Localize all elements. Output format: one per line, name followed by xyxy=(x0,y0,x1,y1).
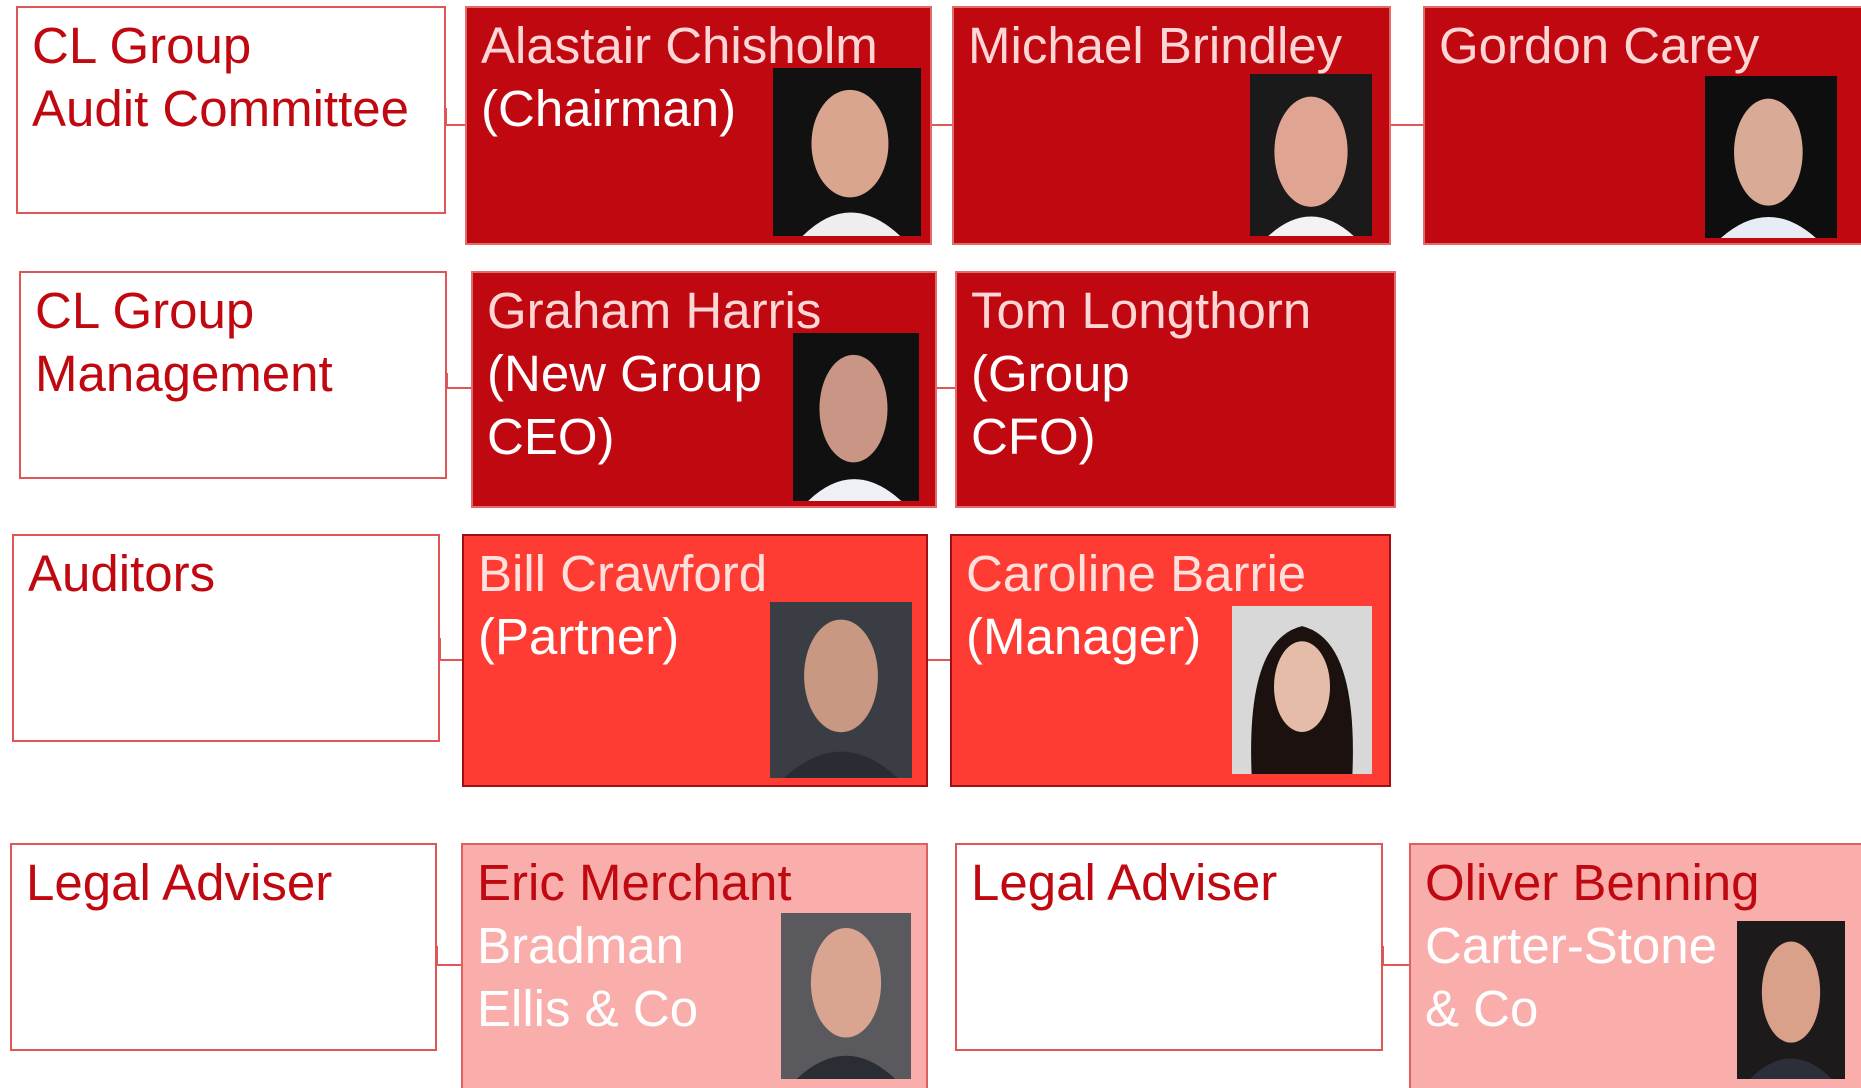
person-photo-icon xyxy=(770,602,912,778)
legal-adviser-label-left: Legal Adviser xyxy=(10,843,437,1051)
member-card-alastair-chisholm[interactable]: Alastair Chisholm (Chairman) xyxy=(465,6,932,245)
member-card-graham-harris[interactable]: Graham Harris (New Group CEO) xyxy=(471,271,937,508)
member-role-line-2: CFO) xyxy=(971,408,1096,465)
legal-label-right-line: Legal Adviser xyxy=(971,854,1278,911)
member-card-michael-brindley[interactable]: Michael Brindley xyxy=(952,6,1391,245)
connector-audit-label xyxy=(445,108,465,126)
person-photo-icon xyxy=(1232,606,1372,774)
management-label-line-1: CL Group xyxy=(35,282,255,339)
member-card-oliver-benning[interactable]: Oliver Benning Carter-Stone & Co xyxy=(1409,843,1861,1088)
member-card-bill-crawford[interactable]: Bill Crawford (Partner) xyxy=(462,534,928,787)
auditors-label-line: Auditors xyxy=(28,545,216,602)
management-label-line-2: Management xyxy=(35,345,333,402)
legal-label-left-line: Legal Adviser xyxy=(26,854,333,911)
member-card-eric-merchant[interactable]: Eric Merchant Bradman Ellis & Co xyxy=(461,843,928,1088)
auditors-label: Auditors xyxy=(12,534,440,742)
audit-committee-label: CL Group Audit Committee xyxy=(16,6,446,214)
person-photo-icon xyxy=(1737,921,1845,1079)
person-photo-icon xyxy=(781,913,911,1079)
member-name: Michael Brindley xyxy=(968,17,1343,74)
member-name: Bill Crawford xyxy=(478,545,768,602)
connector-auditors-label xyxy=(439,638,462,661)
member-card-gordon-carey[interactable]: Gordon Carey xyxy=(1423,6,1861,245)
member-name: Caroline Barrie xyxy=(966,545,1307,602)
person-photo-icon xyxy=(1705,76,1837,238)
person-photo-icon xyxy=(1250,74,1372,236)
audit-label-line-2: Audit Committee xyxy=(32,80,409,137)
connector-mgmt-label xyxy=(446,373,471,389)
audit-label-line-1: CL Group xyxy=(32,17,252,74)
member-role-line-1: (Group xyxy=(971,345,1130,402)
management-label: CL Group Management xyxy=(19,271,447,479)
member-name: Eric Merchant xyxy=(477,854,792,911)
member-name: Oliver Benning xyxy=(1425,854,1760,911)
connector-legal-left xyxy=(436,946,461,966)
member-name: Gordon Carey xyxy=(1439,17,1760,74)
member-card-tom-longthorn[interactable]: Tom Longthorn (Group CFO) xyxy=(955,271,1396,508)
person-photo-icon xyxy=(793,333,919,501)
legal-adviser-label-right: Legal Adviser xyxy=(955,843,1383,1051)
connector-legal-right xyxy=(1382,946,1409,966)
member-name: Tom Longthorn xyxy=(971,282,1312,339)
person-photo-icon xyxy=(773,68,921,236)
member-card-caroline-barrie[interactable]: Caroline Barrie (Manager) xyxy=(950,534,1391,787)
